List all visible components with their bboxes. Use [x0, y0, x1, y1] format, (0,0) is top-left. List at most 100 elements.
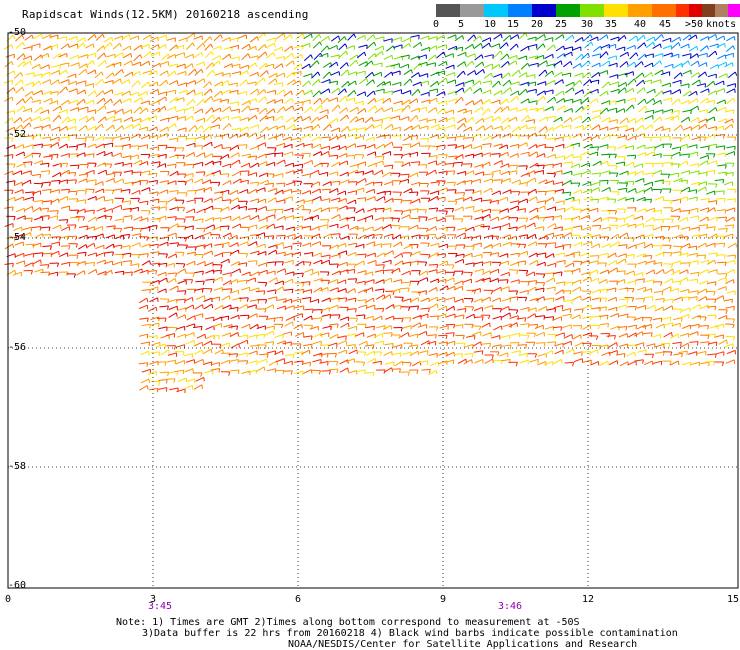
wind-barb	[411, 89, 419, 97]
wind-barb-flag	[336, 207, 339, 212]
wind-barb	[166, 37, 176, 41]
wind-barb	[608, 260, 617, 266]
wind-barb	[40, 215, 50, 217]
wind-barb	[133, 159, 142, 165]
wind-barb-flag	[113, 173, 116, 178]
wind-barb-flag	[544, 191, 547, 196]
wind-barb	[635, 278, 645, 281]
wind-barb-flag	[283, 235, 286, 240]
wind-barb-flag	[47, 215, 50, 220]
wind-barb-flag	[551, 147, 554, 152]
wind-barb	[427, 160, 437, 165]
wind-barb-flag	[470, 163, 473, 168]
wind-barb	[646, 88, 655, 94]
wind-barb	[60, 99, 69, 106]
wind-barb-flag	[462, 154, 464, 159]
wind-barb-flag	[302, 89, 305, 94]
wind-barb	[295, 89, 304, 96]
wind-barb	[256, 187, 265, 192]
wind-barb	[384, 250, 394, 256]
wind-barb-flag	[590, 41, 594, 46]
wind-barb-flag	[67, 116, 71, 121]
wind-barb	[727, 71, 736, 78]
wind-barb-flag	[281, 133, 284, 138]
wind-barb	[139, 107, 147, 115]
wind-barb	[349, 59, 357, 67]
wind-barb-flag	[633, 78, 637, 83]
wind-barb	[203, 88, 211, 96]
wind-barb	[475, 125, 484, 132]
wind-barb	[321, 254, 331, 258]
wind-barb	[142, 34, 151, 41]
wind-barb	[276, 268, 286, 273]
wind-barb-flag	[734, 146, 736, 151]
wind-barb	[582, 304, 592, 309]
wind-barb	[365, 241, 375, 246]
wind-barb	[204, 160, 214, 166]
wind-barb-flag	[337, 104, 341, 109]
wind-barb-flag	[290, 90, 293, 95]
wind-barb	[319, 162, 329, 165]
wind-barb-flag	[401, 297, 404, 302]
wind-barb-flag	[264, 51, 268, 56]
wind-barb	[608, 267, 618, 273]
wind-barb-flag	[624, 87, 627, 92]
wind-barb	[625, 214, 634, 219]
wind-barb-flag	[668, 181, 671, 186]
wind-barb-flag	[508, 124, 511, 130]
wind-barb	[493, 50, 501, 58]
wind-barb-flag	[148, 61, 151, 66]
wind-barb	[527, 241, 537, 247]
wind-barb	[276, 235, 286, 237]
wind-barb-flag	[211, 142, 213, 147]
wind-barb	[366, 252, 376, 257]
wind-barb	[274, 115, 283, 122]
wind-barb-flag	[318, 90, 322, 95]
wind-barb	[572, 98, 582, 103]
wind-barb-flag	[679, 199, 682, 204]
wind-barb	[239, 79, 247, 87]
wind-barb-flag	[77, 217, 80, 222]
wind-barb	[490, 268, 499, 274]
wind-barb-flag	[83, 99, 86, 104]
wind-barb	[309, 298, 319, 303]
wind-barb-flag	[446, 260, 449, 265]
wind-barb	[69, 43, 78, 48]
wind-barb	[511, 179, 521, 184]
wind-barb	[87, 252, 97, 257]
wind-barb	[627, 305, 637, 308]
wind-barb-flag	[382, 264, 385, 269]
wind-barb-flag	[110, 98, 113, 103]
wind-barb-flag	[469, 87, 473, 92]
wind-barb	[222, 288, 232, 290]
wind-barb-flag	[473, 262, 475, 267]
wind-barb	[50, 136, 60, 141]
wind-barb-flag	[227, 80, 230, 85]
wind-barb	[607, 107, 617, 112]
wind-barb-flag	[103, 97, 106, 102]
wind-barb-flag	[461, 162, 463, 167]
wind-barb-flag	[353, 33, 357, 38]
wind-barb	[696, 83, 706, 87]
wind-barb-flag	[553, 277, 556, 282]
wind-barb	[185, 152, 195, 158]
wind-barb-flag	[167, 299, 170, 304]
wind-barb-flag	[75, 243, 78, 248]
wind-barb	[4, 243, 13, 250]
wind-barb	[229, 306, 239, 310]
wind-barb	[40, 162, 50, 165]
wind-barb	[661, 82, 671, 87]
wind-barb	[95, 244, 104, 250]
wind-barb	[78, 115, 88, 121]
wind-barb	[282, 188, 292, 193]
wind-barb	[709, 64, 719, 70]
wind-barb	[518, 250, 528, 256]
wind-barb-flag	[157, 44, 160, 49]
wind-barb	[574, 36, 583, 43]
wind-barb	[563, 170, 572, 175]
wind-barb	[284, 278, 293, 284]
wind-barb	[157, 34, 167, 39]
wind-barb	[58, 109, 68, 114]
wind-barb-flag	[111, 37, 114, 42]
wind-barb	[24, 253, 34, 257]
